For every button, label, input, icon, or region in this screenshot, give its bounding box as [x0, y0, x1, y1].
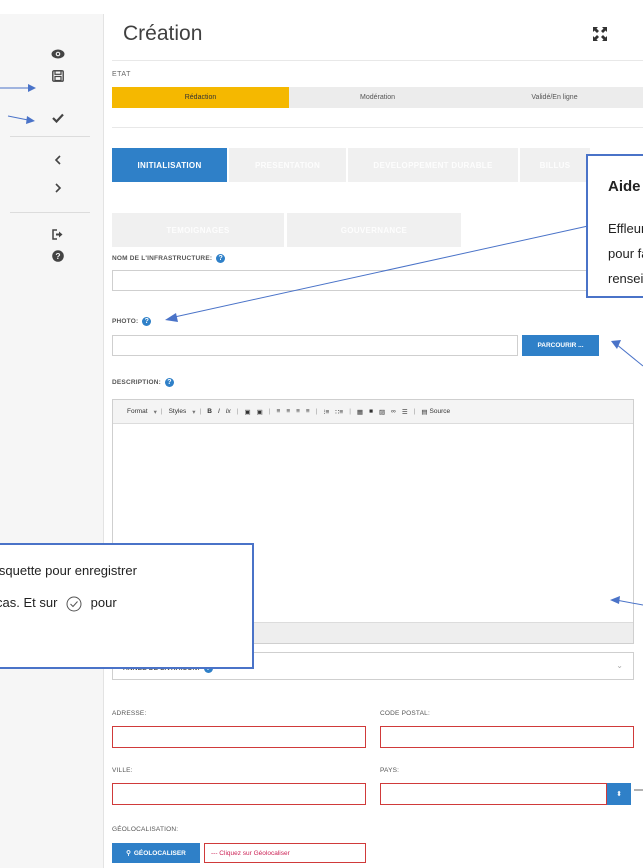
annotation-connectors [165, 225, 643, 791]
